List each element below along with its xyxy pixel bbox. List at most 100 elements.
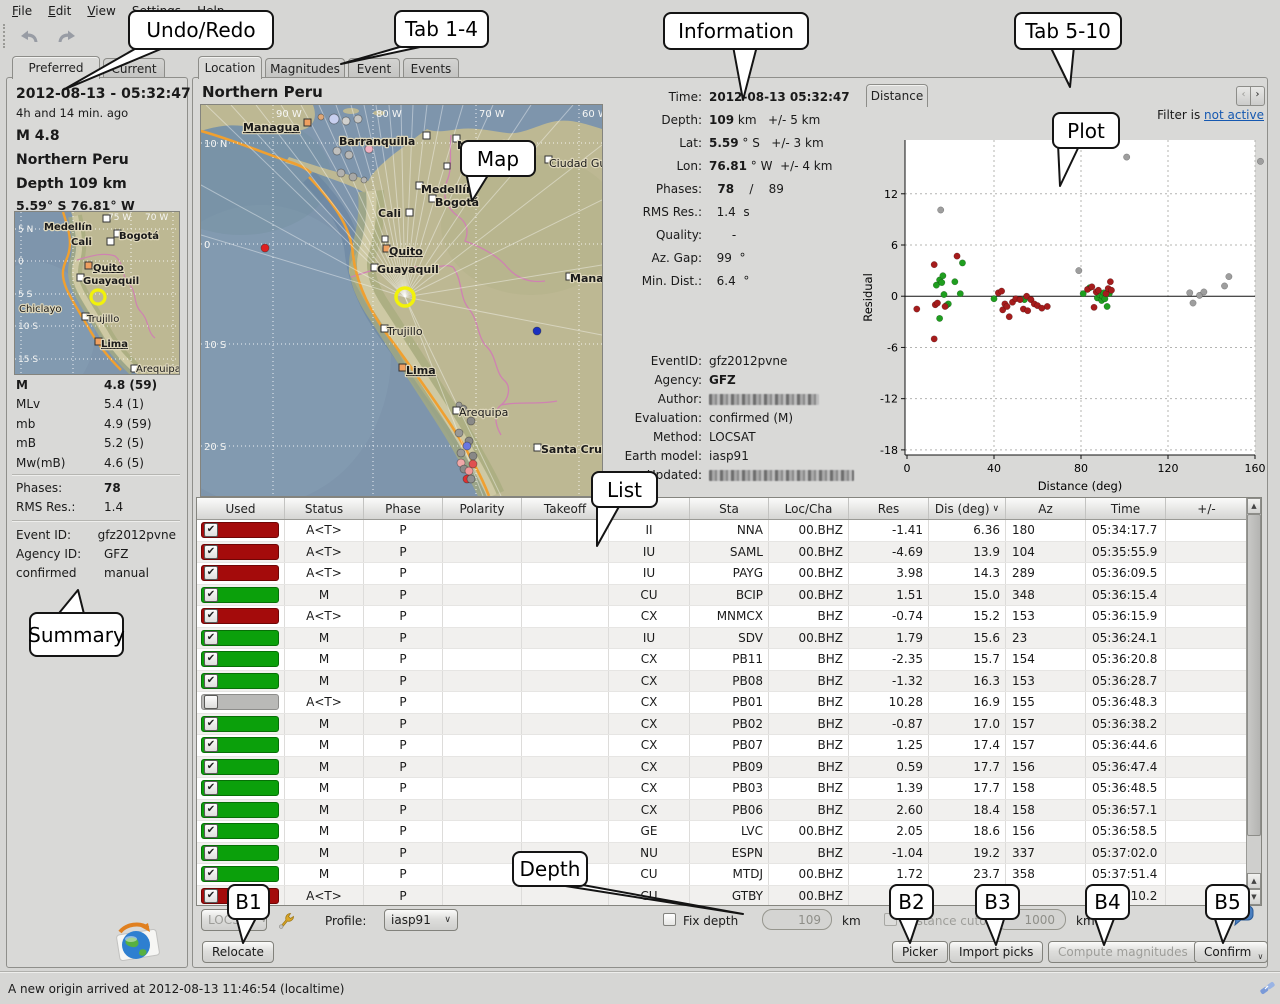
used-cell[interactable]: ✔ — [197, 628, 285, 649]
tab-preferred[interactable]: Preferred — [12, 56, 100, 79]
table-row[interactable]: ✔MPCUBCIP00.BHZ1.5115.034805:36:15.4 — [197, 585, 1261, 607]
plot-tab-distance[interactable]: Distance — [866, 84, 928, 107]
table-row[interactable]: ✔MPCXPB11BHZ-2.3515.715405:36:20.8 — [197, 649, 1261, 671]
tab-scroll-left-button[interactable]: ‹ — [1236, 86, 1251, 106]
column-header-Polarity[interactable]: Polarity — [443, 498, 522, 519]
table-row[interactable]: ✔A<T>PIINNA00.BHZ-1.416.3618005:34:17.7 — [197, 520, 1261, 542]
used-checkbox[interactable]: ✔ — [204, 760, 218, 774]
residual-plot[interactable]: -18-12-6061204080120160Distance (deg)Res… — [862, 126, 1268, 498]
used-cell[interactable]: ✔ — [197, 671, 285, 692]
used-cell[interactable]: ✔ — [197, 563, 285, 584]
used-cell[interactable]: ✔ — [197, 757, 285, 778]
used-cell[interactable]: ✔ — [197, 606, 285, 627]
column-header-Time[interactable]: Time — [1086, 498, 1166, 519]
used-cell[interactable]: ✔ — [197, 714, 285, 735]
column-header-Status[interactable]: Status — [285, 498, 364, 519]
summary-map[interactable]: 5 N05 S10 S15 S75 W70 W MedellínBogotáCa… — [14, 211, 180, 375]
toolbar-handle[interactable] — [3, 24, 5, 48]
tab-location[interactable]: Location — [198, 56, 262, 79]
undo-icon[interactable] — [18, 27, 44, 47]
used-cell[interactable]: ✔ — [197, 735, 285, 756]
magnitude-row[interactable]: MLv5.4 (1) — [16, 397, 176, 411]
used-cell[interactable]: ✔ — [197, 778, 285, 799]
used-checkbox[interactable]: ✔ — [204, 781, 218, 795]
table-row[interactable]: ✔MPCXPB02BHZ-0.8717.015705:36:38.2 — [197, 714, 1261, 736]
used-cell[interactable]: ✔ — [197, 585, 285, 606]
table-row[interactable]: ✔MPCXPB09BHZ0.5917.715605:36:47.4 — [197, 757, 1261, 779]
magnitude-row[interactable]: Mw(mB)4.6 (5) — [16, 456, 176, 470]
used-checkbox[interactable]: ✔ — [204, 652, 218, 666]
confirm-button[interactable]: Confirm ∨ — [1194, 941, 1268, 963]
used-checkbox[interactable] — [204, 695, 218, 709]
column-header-Res[interactable]: Res — [849, 498, 929, 519]
column-header-Sta[interactable]: Sta — [690, 498, 769, 519]
depth-input[interactable]: 109 — [762, 909, 832, 930]
table-row[interactable]: ✔MPCXPB03BHZ1.3917.715805:36:48.5 — [197, 778, 1261, 800]
table-row[interactable]: ✔MPCXPB07BHZ1.2517.415705:36:44.6 — [197, 735, 1261, 757]
tab-current[interactable]: Current — [103, 58, 165, 79]
compute-magnitudes-button[interactable]: Compute magnitudes — [1048, 941, 1198, 963]
used-cell[interactable]: ✔ — [197, 520, 285, 541]
scroll-up-icon[interactable]: ▲ — [1247, 498, 1261, 514]
used-cell[interactable]: ✔ — [197, 800, 285, 821]
column-header-+/-[interactable]: +/- — [1166, 498, 1248, 519]
magnitude-row[interactable]: mb4.9 (59) — [16, 417, 176, 431]
used-checkbox[interactable]: ✔ — [204, 738, 218, 752]
locator-settings-wrench-icon[interactable] — [276, 910, 296, 930]
import-picks-button[interactable]: Import picks — [949, 941, 1043, 963]
table-row[interactable]: ✔A<T>PIUSAML00.BHZ-4.6913.910405:35:55.9 — [197, 542, 1261, 564]
used-checkbox[interactable]: ✔ — [204, 867, 218, 881]
used-checkbox[interactable]: ✔ — [204, 889, 218, 903]
tab-scroll-right-button[interactable]: › — [1250, 86, 1265, 106]
table-row[interactable]: ✔MPCXPB06BHZ2.6018.415805:36:57.1 — [197, 800, 1261, 822]
magnitude-row[interactable]: mB5.2 (5) — [16, 436, 176, 450]
used-cell[interactable]: ✔ — [197, 864, 285, 885]
used-checkbox[interactable]: ✔ — [204, 803, 218, 817]
column-header-Az[interactable]: Az — [1006, 498, 1086, 519]
table-row[interactable]: A<T>PCXPB01BHZ10.2816.915505:36:48.3 — [197, 692, 1261, 714]
used-cell[interactable]: ✔ — [197, 843, 285, 864]
relocate-button[interactable]: Relocate — [202, 941, 274, 963]
table-row[interactable]: ✔MPCUMTDJ00.BHZ1.7223.735805:37:51.4 — [197, 864, 1261, 886]
redo-icon[interactable] — [52, 27, 78, 47]
table-row[interactable]: ✔A<T>PIUPAYG00.BHZ3.9814.328905:36:09.5 — [197, 563, 1261, 585]
used-checkbox[interactable]: ✔ — [204, 846, 218, 860]
fix-depth-checkbox[interactable] — [663, 913, 676, 926]
scroll-up2-icon[interactable]: ▲ — [1247, 873, 1261, 889]
scrollbar-thumb[interactable] — [1247, 514, 1261, 836]
used-checkbox[interactable]: ✔ — [204, 566, 218, 580]
used-checkbox[interactable]: ✔ — [204, 545, 218, 559]
tab-events[interactable]: Events — [403, 58, 459, 79]
table-row[interactable]: ✔A<T>PCXMNMCXBHZ-0.7415.215305:36:15.9 — [197, 606, 1261, 628]
used-cell[interactable]: ✔ — [197, 542, 285, 563]
table-row[interactable]: ✔MPCXPB08BHZ-1.3216.315305:36:28.7 — [197, 671, 1261, 693]
table-scrollbar[interactable]: ▲ ▲ ▼ — [1246, 498, 1261, 905]
column-header-Used[interactable]: Used — [197, 498, 285, 519]
confirm-dropdown-icon[interactable]: ∨ — [1257, 952, 1263, 961]
used-checkbox[interactable]: ✔ — [204, 717, 218, 731]
tab-event[interactable]: Event — [348, 58, 400, 79]
column-header-Dis (deg)[interactable]: Dis (deg)∨ — [929, 498, 1006, 519]
used-checkbox[interactable]: ✔ — [204, 674, 218, 688]
used-cell[interactable]: ✔ — [197, 821, 285, 842]
menu-view[interactable]: View — [79, 2, 123, 20]
magnitude-row[interactable]: M4.8 (59) — [16, 378, 176, 392]
picker-button[interactable]: Picker — [892, 941, 948, 963]
location-map[interactable]: 90 W80 W70 W60 W10 N010 S20 S ManaguaBar… — [200, 104, 603, 497]
column-header-Phase[interactable]: Phase — [364, 498, 443, 519]
menu-file[interactable]: File — [4, 2, 40, 20]
tab-magnitudes[interactable]: Magnitudes — [265, 58, 345, 79]
column-header-Loc/Cha[interactable]: Loc/Cha — [769, 498, 849, 519]
used-checkbox[interactable]: ✔ — [204, 631, 218, 645]
used-checkbox[interactable]: ✔ — [204, 523, 218, 537]
table-row[interactable]: ✔MPIUSDV00.BHZ1.7915.62305:36:24.1 — [197, 628, 1261, 650]
used-checkbox[interactable]: ✔ — [204, 588, 218, 602]
profile-select[interactable]: iasp91∨ — [384, 909, 458, 931]
used-cell[interactable] — [197, 692, 285, 713]
filter-toggle-link[interactable]: not active — [1204, 108, 1264, 122]
used-checkbox[interactable]: ✔ — [204, 609, 218, 623]
table-row[interactable]: ✔MPGELVC00.BHZ2.0518.615605:36:58.5 — [197, 821, 1261, 843]
table-row[interactable]: ✔MPNUESPNBHZ-1.0419.233705:37:02.0 — [197, 843, 1261, 865]
used-cell[interactable]: ✔ — [197, 649, 285, 670]
used-checkbox[interactable]: ✔ — [204, 824, 218, 838]
